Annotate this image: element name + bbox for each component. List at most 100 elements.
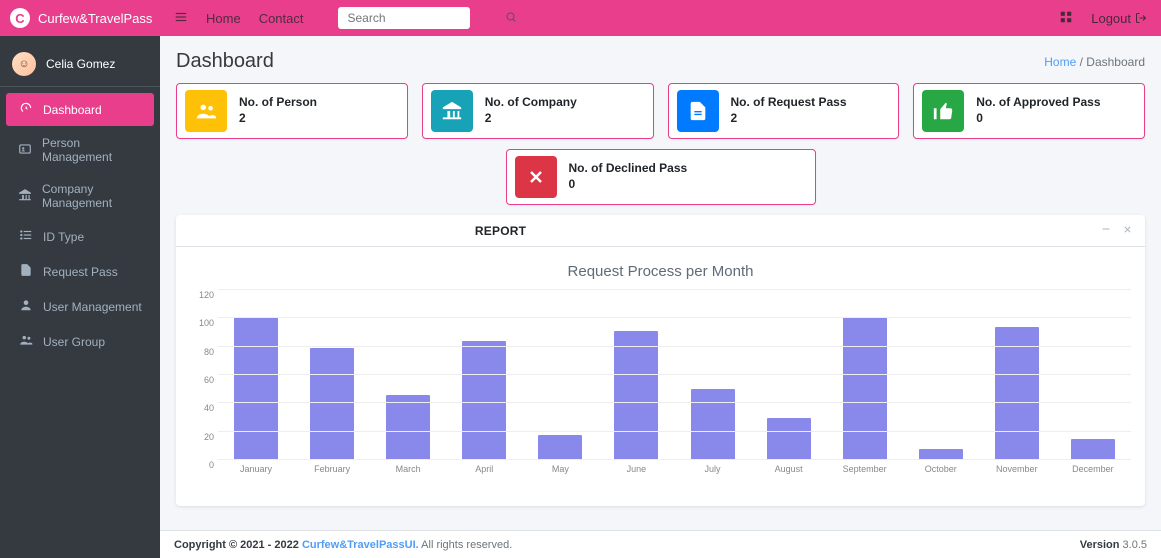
infobox-text: No. of Declined Pass 0 [569, 161, 688, 192]
logout-icon [1135, 12, 1147, 24]
sidebar-item-company-management[interactable]: Company Management [6, 174, 154, 218]
search-icon[interactable] [505, 11, 517, 26]
breadcrumb: Home / Dashboard [1044, 55, 1145, 69]
bar[interactable] [538, 435, 582, 461]
bar-col: June [598, 290, 674, 460]
bar[interactable] [462, 341, 506, 460]
user-panel[interactable]: ☺ Celia Gomez [0, 42, 160, 87]
sidebar-item-dashboard[interactable]: Dashboard [6, 93, 154, 126]
sidebar-item-label: User Group [43, 335, 105, 349]
y-tick-label: 0 [209, 460, 214, 470]
nav-contact[interactable]: Contact [259, 11, 304, 26]
sidebar-item-id-type[interactable]: ID Type [6, 220, 154, 253]
grid-line [218, 431, 1131, 432]
footer-version-label: Version [1080, 539, 1120, 551]
footer-version: Version 3.0.5 [1080, 539, 1147, 551]
nav-home[interactable]: Home [206, 11, 241, 26]
footer-left: Copyright © 2021 - 2022 Curfew&TravelPas… [174, 539, 512, 551]
x-tick-label: May [552, 464, 569, 474]
bar[interactable] [614, 331, 658, 460]
infobox-text: No. of Approved Pass 0 [976, 95, 1100, 126]
sidebar-item-user-management[interactable]: User Management [6, 290, 154, 323]
infobox-value: 2 [731, 111, 847, 127]
infobox-approved[interactable]: No. of Approved Pass 0 [913, 83, 1145, 139]
sidebar: ☺ Celia Gomez Dashboard Person Managemen… [0, 36, 160, 558]
brand[interactable]: C Curfew&TravelPass [0, 0, 160, 36]
bar[interactable] [386, 395, 430, 460]
footer-version-number: 3.0.5 [1123, 539, 1147, 551]
users-icon [18, 333, 33, 350]
infobox-value: 0 [976, 111, 1100, 127]
infobox-value: 0 [569, 177, 688, 193]
bar-col: January [218, 290, 294, 460]
grid-line [218, 374, 1131, 375]
bar-col: October [903, 290, 979, 460]
bar[interactable] [310, 348, 354, 460]
infobox-request[interactable]: No. of Request Pass 2 [668, 83, 900, 139]
bar[interactable] [234, 317, 278, 460]
chart-bars: JanuaryFebruaryMarchAprilMayJuneJulyAugu… [218, 290, 1131, 460]
card-tools [1100, 223, 1133, 238]
sidebar-item-request-pass[interactable]: Request Pass [6, 255, 154, 288]
x-tick-label: June [627, 464, 647, 474]
grid-line [218, 317, 1131, 318]
bar-col: February [294, 290, 370, 460]
content-area: Dashboard Home / Dashboard No. of Person… [160, 36, 1161, 530]
infobox-person[interactable]: No. of Person 2 [176, 83, 408, 139]
infobox-label: No. of Approved Pass [976, 95, 1100, 111]
collapse-icon[interactable] [1100, 223, 1112, 238]
x-tick-label: March [396, 464, 421, 474]
bar[interactable] [767, 418, 811, 461]
sidebar-item-person-management[interactable]: Person Management [6, 128, 154, 172]
close-icon[interactable] [1122, 223, 1133, 238]
bar-col: July [674, 290, 750, 460]
bar[interactable] [843, 317, 887, 460]
x-tick-label: October [925, 464, 957, 474]
menu-toggle-icon[interactable] [174, 10, 188, 27]
card-title: REPORT [475, 224, 526, 238]
brand-name: Curfew&TravelPass [38, 11, 152, 26]
breadcrumb-home[interactable]: Home [1044, 55, 1076, 69]
file-icon [677, 90, 719, 132]
logout-button[interactable]: Logout [1091, 11, 1147, 26]
close-icon [515, 156, 557, 198]
report-card: REPORT Request Process per Month 0204060… [176, 215, 1145, 506]
apps-icon[interactable] [1059, 10, 1073, 27]
info-row-declined: No. of Declined Pass 0 [176, 149, 1145, 205]
search-input[interactable] [346, 10, 505, 26]
x-tick-label: December [1072, 464, 1114, 474]
infobox-value: 2 [485, 111, 577, 127]
sidebar-item-user-group[interactable]: User Group [6, 325, 154, 358]
bar-col: September [827, 290, 903, 460]
bar[interactable] [995, 327, 1039, 460]
infobox-value: 2 [239, 111, 317, 127]
grid-line [218, 459, 1131, 460]
y-tick-label: 20 [204, 432, 214, 442]
grid-line [218, 402, 1131, 403]
id-card-icon [18, 142, 32, 159]
infobox-declined[interactable]: No. of Declined Pass 0 [506, 149, 816, 205]
search-box[interactable] [338, 7, 470, 29]
file-icon [18, 263, 33, 280]
bar[interactable] [1071, 439, 1115, 460]
card-header: REPORT [176, 215, 1145, 247]
infobox-company[interactable]: No. of Company 2 [422, 83, 654, 139]
infobox-text: No. of Request Pass 2 [731, 95, 847, 126]
bar[interactable] [691, 389, 735, 460]
sidebar-item-label: User Management [43, 300, 142, 314]
breadcrumb-current: Dashboard [1086, 55, 1145, 69]
top-navbar: C Curfew&TravelPass Home Contact Logout [0, 0, 1161, 36]
sidebar-item-label: Company Management [42, 182, 142, 210]
x-tick-label: August [775, 464, 803, 474]
bar-col: April [446, 290, 522, 460]
sidebar-item-label: Dashboard [43, 103, 102, 117]
sidebar-item-label: Request Pass [43, 265, 118, 279]
infobox-label: No. of Person [239, 95, 317, 111]
x-tick-label: April [475, 464, 493, 474]
bank-icon [431, 90, 473, 132]
footer-link[interactable]: Curfew&TravelPassUI. [302, 539, 419, 551]
speedometer-icon [18, 101, 33, 118]
chart-y-axis: 020406080100120 [190, 290, 218, 460]
chart-title: Request Process per Month [190, 263, 1131, 280]
infobox-label: No. of Request Pass [731, 95, 847, 111]
